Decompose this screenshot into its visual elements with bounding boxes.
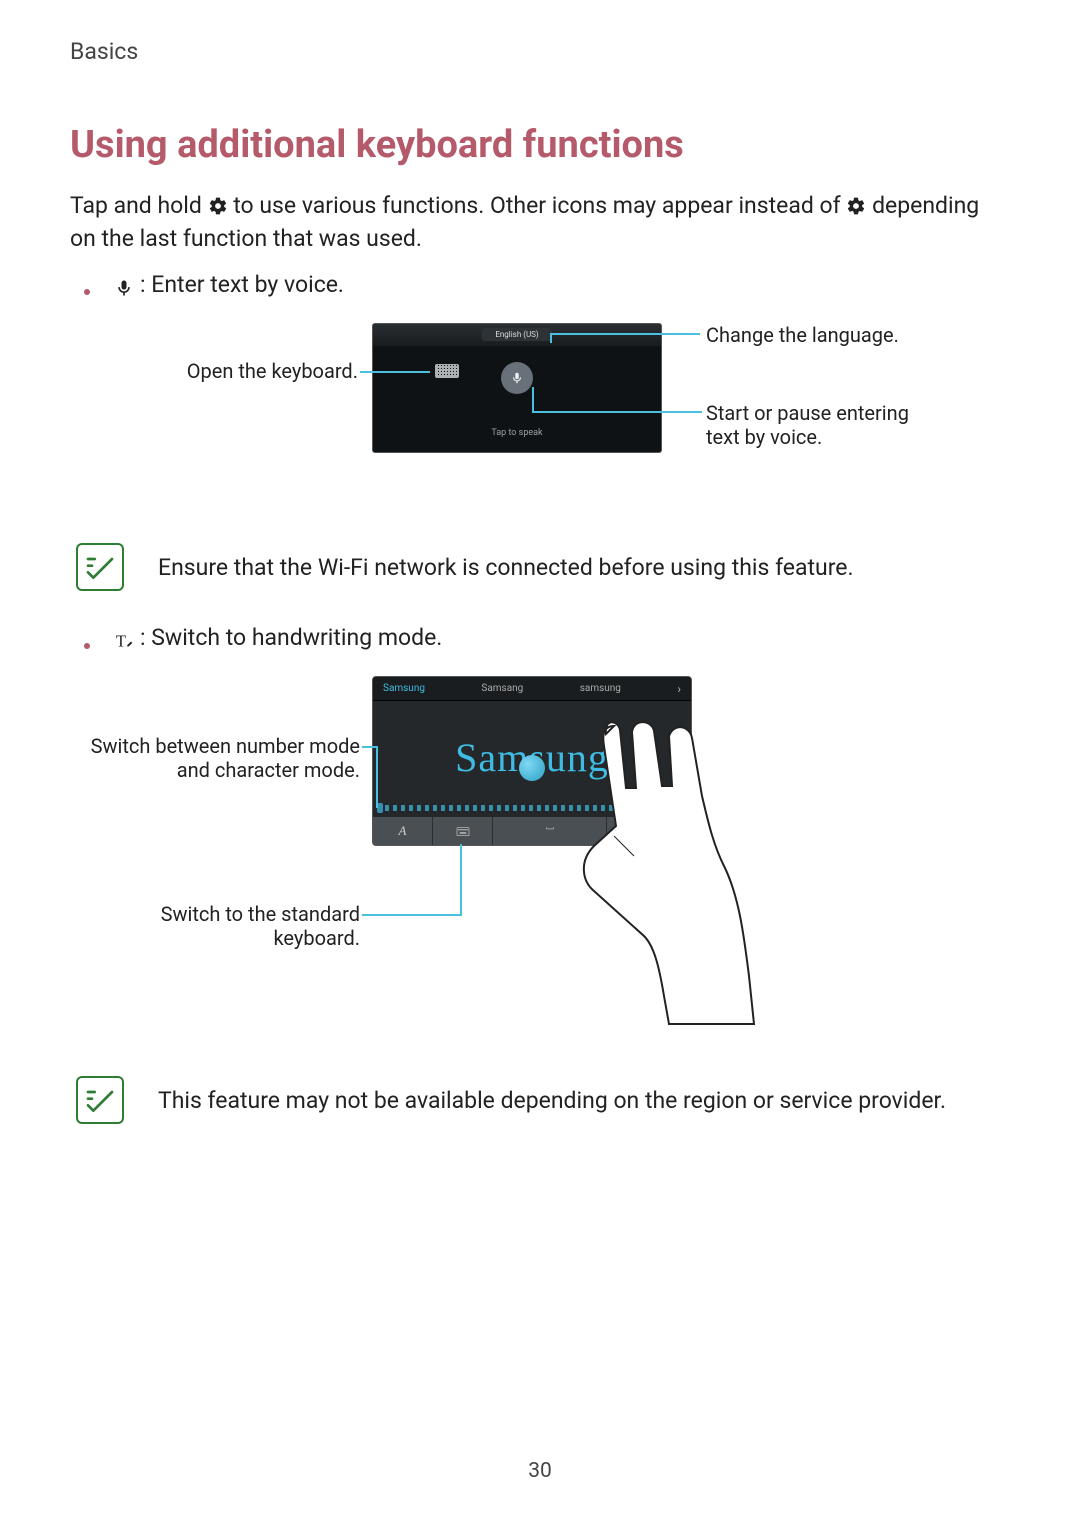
toolbar-standard-keyboard-key [433, 817, 493, 845]
gear-icon [208, 192, 228, 212]
gear-icon [846, 192, 866, 212]
tap-to-speak-label: Tap to speak [491, 428, 542, 438]
breadcrumb: Basics [70, 38, 1010, 65]
bullet-handwriting-text: : Switch to handwriting mode. [140, 621, 442, 654]
handwriting-screenshot: Samsung Samsang samsung › Samsung A [372, 676, 692, 846]
bullet-voice: : Enter text by voice. [84, 268, 1010, 301]
intro-mid: to use various functions. Other icons ma… [233, 192, 846, 219]
voice-input-screenshot: English (US) Tap to speak [372, 323, 662, 453]
chevron-right-icon: › [677, 682, 681, 696]
toolbar-backspace-key [607, 817, 649, 845]
bullet-dot-icon [84, 643, 90, 649]
voice-input-topbar: English (US) [373, 324, 661, 346]
note-icon [76, 1076, 124, 1124]
suggestion-bar: Samsung Samsang samsung › [373, 677, 691, 701]
handwriting-toolbar: A [373, 817, 691, 845]
note-availability-text: This feature may not be available depend… [158, 1076, 946, 1117]
bullet-handwriting: T : Switch to handwriting mode. [84, 621, 1010, 654]
intro-paragraph: Tap and hold to use various functions. O… [70, 189, 1010, 256]
toolbar-space-key [493, 817, 607, 845]
intro-pre: Tap and hold [70, 192, 208, 219]
note-wifi-required: Ensure that the Wi-Fi network is connect… [76, 543, 1010, 591]
microphone-icon [114, 274, 134, 294]
bullet-dot-icon [84, 289, 90, 295]
callout-switch-number-mode: Switch between number mode and character… [90, 734, 360, 782]
toolbar-return-key [649, 817, 691, 845]
note-feature-availability: This feature may not be available depend… [76, 1076, 1010, 1124]
page-number: 30 [528, 1459, 552, 1483]
suggestion-1: Samsung [383, 683, 425, 694]
handwriting-icon: T [114, 628, 134, 648]
section-heading: Using additional keyboard functions [70, 123, 1010, 167]
open-keyboard-icon [435, 364, 459, 378]
touch-point-indicator [519, 755, 545, 781]
voice-start-pause-button [501, 362, 533, 394]
voice-input-language-pill: English (US) [481, 328, 552, 341]
callout-start-pause-voice: Start or pause entering text by voice. [706, 401, 936, 449]
bullet-voice-text: : Enter text by voice. [140, 268, 344, 301]
svg-text:T: T [116, 631, 126, 650]
note-icon [76, 543, 124, 591]
callout-change-language: Change the language. [706, 323, 899, 347]
toolbar-mode-a-key: A [373, 817, 433, 845]
suggestion-2: Samsang [481, 683, 523, 694]
suggestion-3: samsung [580, 683, 621, 694]
number-mode-rail [377, 805, 687, 811]
callout-open-keyboard: Open the keyboard. [128, 359, 358, 383]
callout-switch-standard-keyboard: Switch to the standard keyboard. [90, 902, 360, 950]
note-wifi-text: Ensure that the Wi-Fi network is connect… [158, 543, 854, 584]
